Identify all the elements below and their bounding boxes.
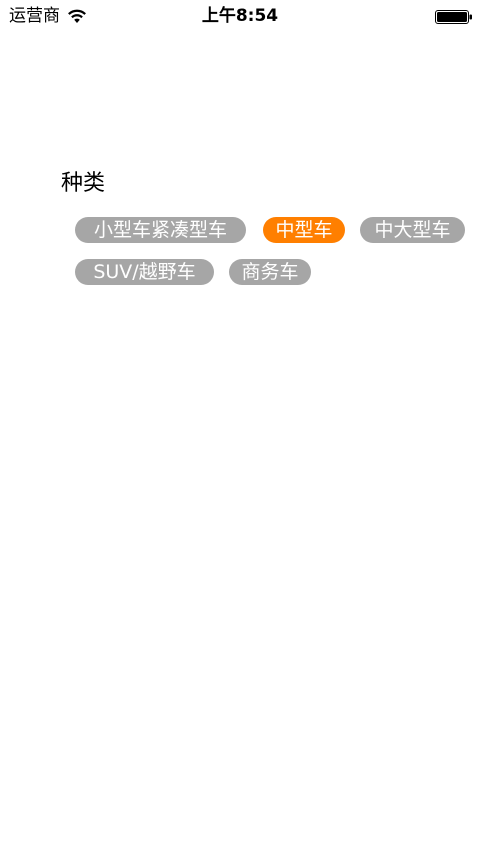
tag-small-compact-car[interactable]: 小型车紧凑型车: [75, 217, 246, 243]
battery-icon: [435, 9, 473, 24]
status-time: 上午8:54: [201, 6, 279, 26]
tag-business-car[interactable]: 商务车: [229, 259, 311, 285]
tag-suv-offroad[interactable]: SUV/越野车: [75, 259, 214, 285]
category-title: 种类: [61, 171, 106, 196]
tag-midsize-car[interactable]: 中型车: [263, 217, 345, 243]
tag-large-car[interactable]: 中大型车: [360, 217, 465, 243]
status-bar: 运营商 上午8:54: [0, 0, 480, 32]
